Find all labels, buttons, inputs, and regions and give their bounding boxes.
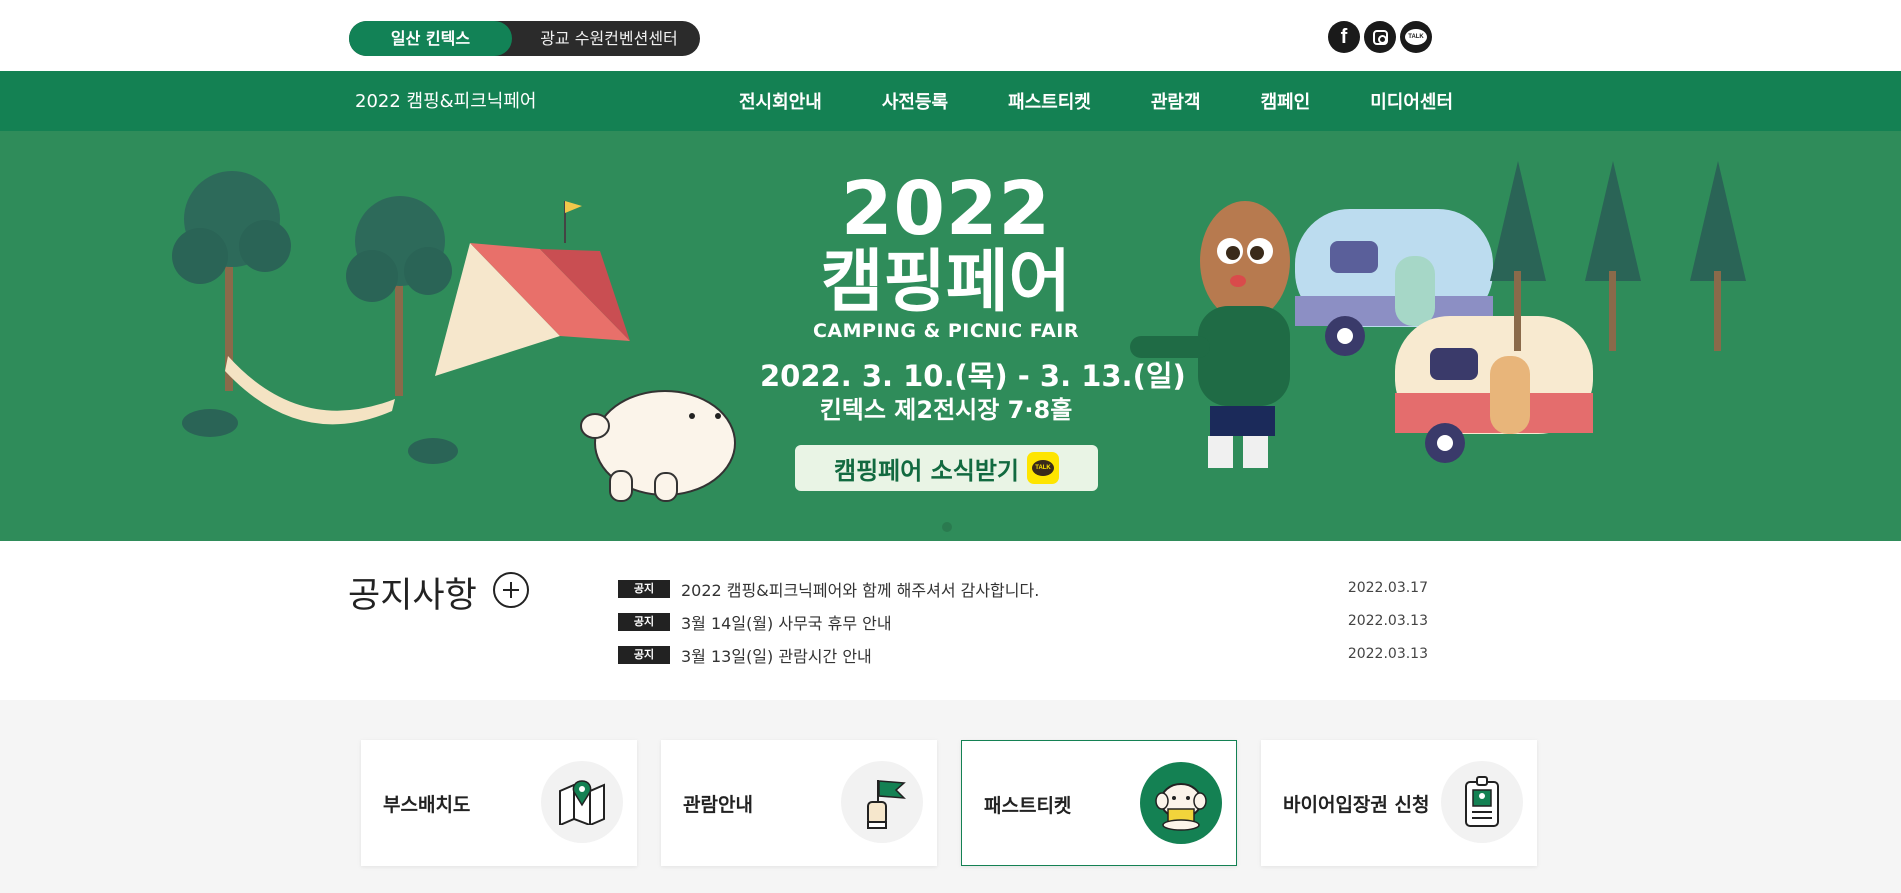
notice-date: 2022.03.17: [1347, 580, 1428, 596]
quick-link-buyer-pass[interactable]: 바이어입장권 신청: [1261, 740, 1537, 866]
main-menu: 전시회안내 사전등록 패스트티켓 관람객 캠페인 미디어센터: [739, 71, 1513, 131]
venue-toggle: 일산 킨텍스 광교 수원컨벤션센터: [349, 21, 700, 56]
notice-date: 2022.03.13: [1347, 646, 1428, 662]
notice-item[interactable]: 공지 3월 14일(월) 사무국 휴무 안내 2022.03.13: [618, 609, 1428, 642]
menu-item-media-center[interactable]: 미디어센터: [1370, 88, 1453, 114]
instagram-icon[interactable]: [1364, 21, 1396, 53]
notice-section: 공지사항 공지 2022 캠핑&피크닉페어와 함께 해주셔서 감사합니다. 20…: [0, 541, 1901, 700]
dog-mascot-illustration: [580, 390, 736, 502]
menu-item-campaign[interactable]: 캠페인: [1261, 88, 1311, 114]
sweet-potato-mascot-illustration: [1130, 201, 1290, 468]
quick-link-label: 관람안내: [683, 794, 753, 816]
tent-illustration: [435, 201, 630, 376]
mascot-ticket-icon: [1140, 762, 1222, 844]
notice-text[interactable]: 2022 캠핑&피크닉페어와 함께 해주셔서 감사합니다.: [681, 577, 1039, 601]
notice-text[interactable]: 3월 13일(일) 관람시간 안내: [681, 643, 872, 667]
notice-badge: 공지: [618, 580, 670, 598]
map-pin-icon: [541, 761, 623, 843]
id-badge-icon: [1441, 761, 1523, 843]
venue-tab-kintex[interactable]: 일산 킨텍스: [349, 21, 512, 56]
menu-item-fast-ticket[interactable]: 패스트티켓: [1008, 88, 1091, 114]
hero-title: 캠핑페어: [820, 243, 1072, 322]
hero-venue: 킨텍스 제2전시장 7·8홀: [819, 396, 1073, 424]
notice-date: 2022.03.13: [1347, 613, 1428, 629]
notice-title: 공지사항: [348, 576, 477, 616]
page: 일산 킨텍스 광교 수원컨벤션센터 f TALK 2022 캠핑&피크닉페어 전…: [0, 0, 1901, 893]
kakaotalk-icon[interactable]: TALK: [1400, 21, 1432, 53]
site-title[interactable]: 2022 캠핑&피크닉페어: [355, 87, 537, 113]
quick-links: 부스배치도 관람안내 패스트티켓 바이어입장권 신청: [0, 700, 1901, 893]
slider-dot[interactable]: [942, 522, 952, 532]
facebook-icon[interactable]: f: [1328, 21, 1360, 53]
menu-item-visitors[interactable]: 관람객: [1151, 88, 1201, 114]
notice-badge: 공지: [618, 613, 670, 631]
notice-item[interactable]: 공지 3월 13일(일) 관람시간 안내 2022.03.13: [618, 642, 1428, 675]
hero-text: 2022 캠핑페어 CAMPING & PICNIC FAIR 2022. 3.…: [760, 166, 1186, 425]
cta-label: 캠핑페어 소식받기: [834, 456, 1019, 485]
notice-list: 공지 2022 캠핑&피크닉페어와 함께 해주셔서 감사합니다. 2022.03…: [618, 576, 1428, 675]
kakaotalk-icon: TALK: [1027, 452, 1059, 484]
menu-item-exhibition-info[interactable]: 전시회안내: [739, 88, 822, 114]
kakao-subscribe-button[interactable]: 캠핑페어 소식받기 TALK: [795, 445, 1098, 491]
trailer-illustration: [1295, 209, 1593, 463]
plus-icon[interactable]: [493, 572, 529, 608]
quick-link-label: 부스배치도: [383, 794, 471, 816]
quick-link-label: 패스트티켓: [984, 795, 1072, 817]
hand-flag-icon: [841, 761, 923, 843]
tree-illustration: [172, 171, 452, 396]
top-bar: 일산 킨텍스 광교 수원컨벤션센터 f TALK: [0, 0, 1901, 71]
quick-link-label: 바이어입장권 신청: [1283, 794, 1430, 816]
notice-text[interactable]: 3월 14일(월) 사무국 휴무 안내: [681, 610, 892, 634]
menu-item-pre-registration[interactable]: 사전등록: [882, 88, 948, 114]
quick-link-visitor-guide[interactable]: 관람안내: [661, 740, 937, 866]
quick-link-booth-map[interactable]: 부스배치도: [361, 740, 637, 866]
talk-label: TALK: [1405, 29, 1427, 45]
hero-subtitle: CAMPING & PICNIC FAIR: [812, 320, 1080, 342]
quick-link-fast-ticket[interactable]: 패스트티켓: [961, 740, 1237, 866]
main-nav: 2022 캠핑&피크닉페어 전시회안내 사전등록 패스트티켓 관람객 캠페인 미…: [0, 71, 1901, 131]
social-links: f TALK: [1328, 21, 1432, 53]
hero-year: 2022: [841, 166, 1051, 252]
notice-badge: 공지: [618, 646, 670, 664]
notice-item[interactable]: 공지 2022 캠핑&피크닉페어와 함께 해주셔서 감사합니다. 2022.03…: [618, 576, 1428, 609]
hero-dates: 2022. 3. 10.(목) - 3. 13.(일): [760, 359, 1186, 393]
hero-banner[interactable]: 2022 캠핑페어 CAMPING & PICNIC FAIR 2022. 3.…: [0, 131, 1901, 541]
hammock-illustration: [225, 356, 395, 425]
venue-tab-suwon[interactable]: 광교 수원컨벤션센터: [512, 21, 700, 56]
cta-talk-label: TALK: [1032, 460, 1054, 476]
